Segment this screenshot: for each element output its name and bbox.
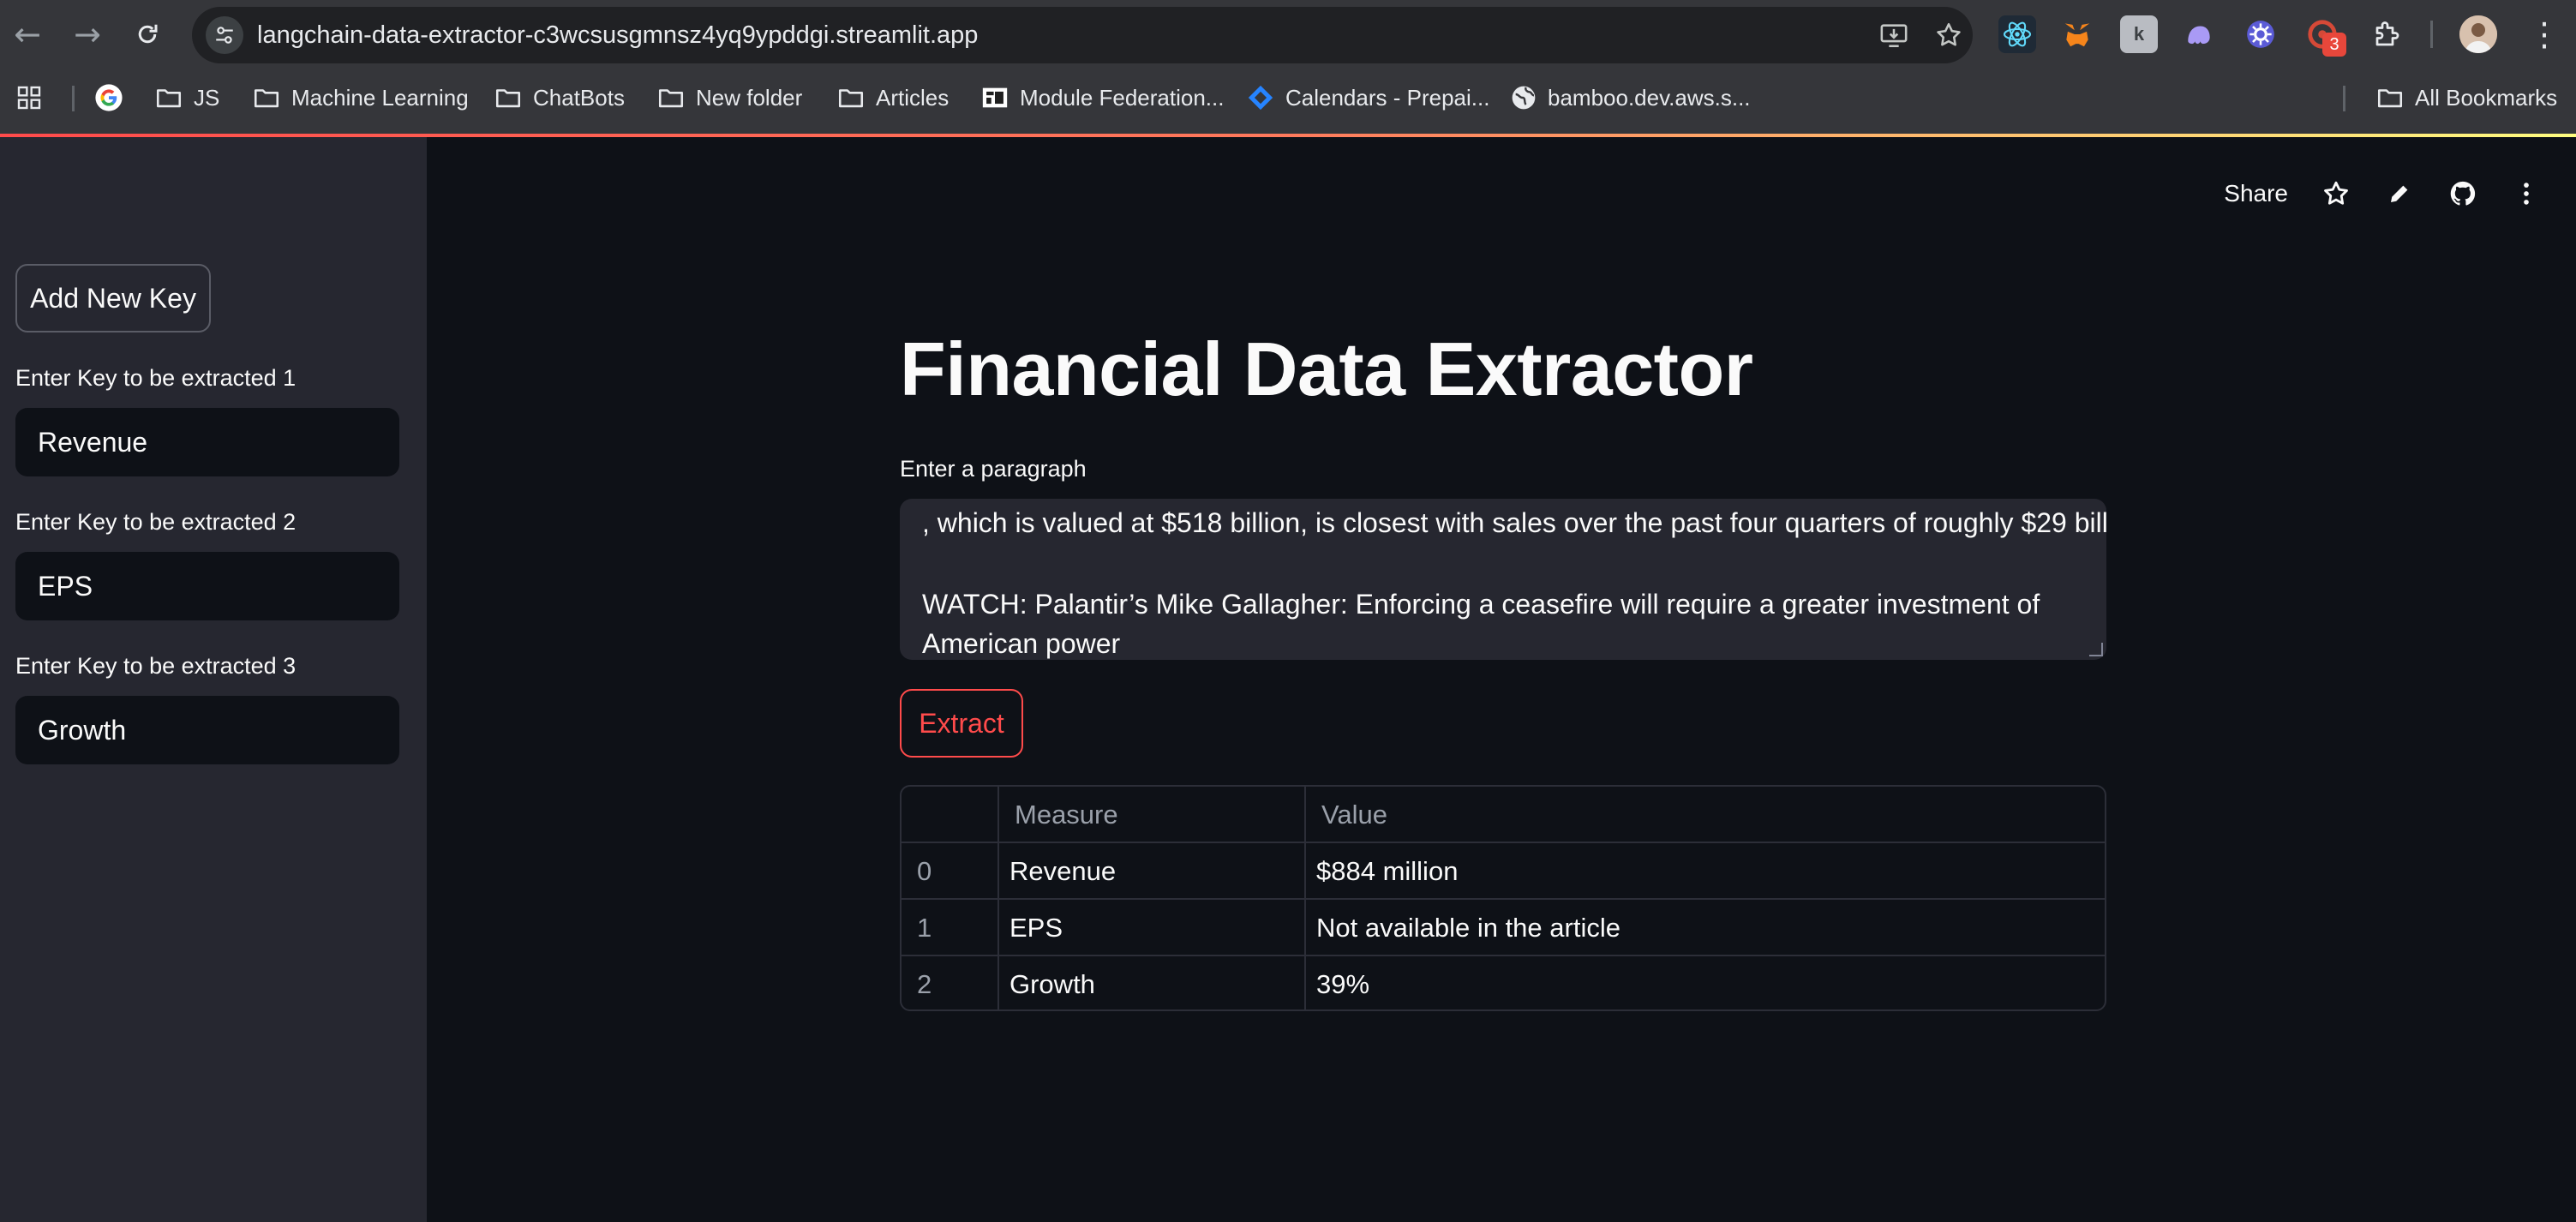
browser-toolbar: ← → langchain-data-extractor-c3wcsusgmns… (0, 0, 2576, 69)
key-2-input[interactable]: EPS (15, 552, 399, 620)
bookmarks-bar: JS Machine Learning ChatBots New folder … (0, 75, 2576, 120)
jira-icon (1248, 85, 1273, 111)
address-bar[interactable]: langchain-data-extractor-c3wcsusgmnsz4yq… (192, 7, 1973, 63)
bookmark-label: JS (194, 84, 220, 111)
metamask-icon[interactable] (2058, 15, 2096, 53)
google-icon (95, 84, 123, 111)
bookmark-machine-learning[interactable]: Machine Learning (252, 75, 469, 120)
github-icon[interactable] (2447, 178, 2478, 209)
extension-count-badge: 3 (2322, 33, 2346, 57)
key-3-input[interactable]: Growth (15, 696, 399, 764)
value-cell[interactable]: $884 million (1316, 843, 1458, 900)
paragraph-line: , which is valued at $518 billion, is cl… (922, 507, 2106, 538)
star-icon[interactable] (2321, 178, 2351, 209)
folder-icon (658, 89, 684, 108)
forward-icon[interactable]: → (69, 15, 106, 53)
ghost-extension-icon[interactable] (2180, 15, 2218, 53)
row-index: 2 (917, 969, 932, 999)
table-row: 0 Revenue $884 million (902, 843, 2105, 900)
install-app-icon[interactable] (1877, 18, 1911, 52)
value-cell[interactable]: 39% (1316, 956, 1369, 1009)
apps-grid-icon[interactable] (15, 75, 43, 120)
key-3-label: Enter Key to be extracted 3 (15, 653, 297, 679)
paragraph-label: Enter a paragraph (900, 456, 1087, 482)
table-header-row: Measure Value (902, 787, 2105, 843)
folder-icon (495, 89, 521, 108)
reload-icon[interactable] (129, 15, 166, 53)
toolbar-divider (2430, 21, 2433, 48)
page-title: Financial Data Extractor (900, 326, 1753, 411)
key-1-input[interactable]: Revenue (15, 408, 399, 476)
bookmark-new-folder[interactable]: New folder (656, 75, 802, 120)
table-row: 1 EPS Not available in the article (902, 900, 2105, 956)
row-index: 0 (917, 856, 932, 886)
bookmark-module-federation[interactable]: Module Federation... (980, 75, 1224, 120)
extension-k-icon[interactable]: k (2120, 15, 2158, 53)
bookmark-calendars[interactable]: Calendars - Prepai... (1246, 75, 1489, 120)
browser-menu-icon[interactable]: ⋮ (2528, 15, 2561, 53)
bookmark-star-icon[interactable] (1932, 18, 1966, 52)
column-header-measure[interactable]: Measure (1015, 787, 1118, 843)
bookmark-label: Machine Learning (291, 84, 469, 111)
share-button[interactable]: Share (2224, 180, 2288, 207)
bookmarks-divider (2343, 86, 2345, 111)
url-text[interactable]: langchain-data-extractor-c3wcsusgmnsz4yq… (257, 7, 978, 63)
globe-icon (1512, 86, 1536, 110)
row-index: 1 (917, 913, 932, 943)
profile-avatar[interactable] (2459, 15, 2497, 53)
google-bookmark[interactable] (94, 75, 123, 120)
value-cell[interactable]: Not available in the article (1316, 900, 1620, 956)
all-bookmarks[interactable]: All Bookmarks (2375, 75, 2557, 120)
key-1-label: Enter Key to be extracted 1 (15, 365, 297, 391)
bookmark-label: bamboo.dev.aws.s... (1548, 84, 1751, 111)
back-icon[interactable]: ← (9, 15, 46, 53)
table-row: 2 Growth 39% (902, 956, 2105, 1009)
folder-icon (156, 89, 182, 108)
edit-pencil-icon[interactable] (2384, 178, 2415, 209)
bookmark-articles[interactable]: Articles (836, 75, 949, 120)
bookmark-label: Calendars - Prepai... (1285, 84, 1490, 111)
column-header-value[interactable]: Value (1321, 787, 1387, 843)
key-2-label: Enter Key to be extracted 2 (15, 509, 297, 535)
measure-cell[interactable]: Revenue (1009, 843, 1116, 900)
textarea-resize-handle[interactable] (2089, 643, 2103, 656)
app-toolbar: Share (2224, 168, 2542, 219)
more-menu-icon[interactable] (2511, 178, 2542, 209)
gear-badge-extension-icon[interactable] (2242, 15, 2279, 53)
bookmarks-divider (72, 86, 75, 111)
sidebar: Add New Key Enter Key to be extracted 1 … (0, 137, 427, 1222)
measure-cell[interactable]: EPS (1009, 900, 1063, 956)
add-new-key-button[interactable]: Add New Key (15, 264, 211, 332)
bookmark-label: New folder (696, 84, 803, 111)
results-table: Measure Value 0 Revenue $884 million 1 E… (900, 785, 2106, 1011)
bookmark-js[interactable]: JS (154, 75, 219, 120)
folder-icon (2377, 89, 2403, 108)
paragraph-textarea[interactable]: , which is valued at $518 billion, is cl… (900, 499, 2106, 660)
extract-button[interactable]: Extract (900, 689, 1023, 758)
main-content: Share Financial Data Extractor Enter a p… (427, 137, 2576, 1222)
bookmark-label: ChatBots (533, 84, 625, 111)
all-bookmarks-label: All Bookmarks (2415, 84, 2558, 111)
bookmark-chatbots[interactable]: ChatBots (494, 75, 625, 120)
module-federation-icon (982, 87, 1008, 108)
bookmark-bamboo[interactable]: bamboo.dev.aws.s... (1510, 75, 1751, 120)
bookmark-label: Articles (876, 84, 950, 111)
bookmark-label: Module Federation... (1020, 84, 1225, 111)
measure-cell[interactable]: Growth (1009, 956, 1095, 1009)
folder-icon (838, 89, 864, 108)
browser-chrome: ← → langchain-data-extractor-c3wcsusgmns… (0, 0, 2576, 137)
folder-icon (254, 89, 279, 108)
site-info-icon[interactable] (206, 16, 243, 54)
extensions-puzzle-icon[interactable] (2369, 15, 2406, 53)
paragraph-line: WATCH: Palantir’s Mike Gallagher: Enforc… (922, 589, 2040, 659)
react-devtools-icon[interactable] (1998, 15, 2036, 53)
